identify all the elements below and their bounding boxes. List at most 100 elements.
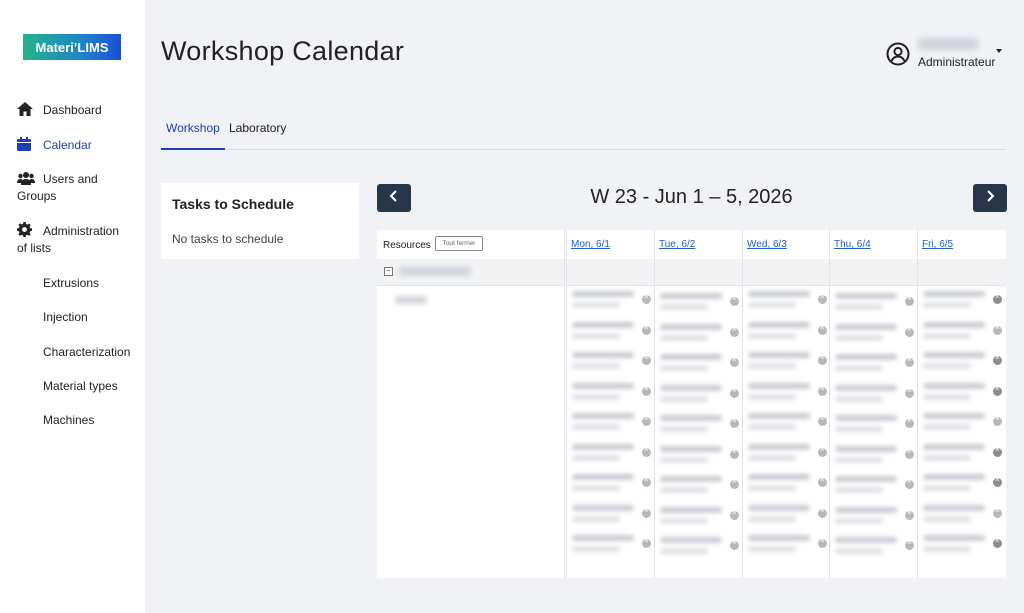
event-remove-icon[interactable] xyxy=(730,477,739,489)
event-title-blurred xyxy=(923,443,985,450)
event-remove-icon[interactable] xyxy=(905,294,914,306)
event-remove-icon[interactable] xyxy=(905,538,914,550)
day-header-mon[interactable]: Mon, 6/1 xyxy=(571,239,610,250)
event-remove-icon[interactable] xyxy=(730,325,739,337)
event-detail-blurred xyxy=(835,548,883,554)
event-title-blurred xyxy=(923,352,985,358)
event-detail-blurred xyxy=(923,546,971,552)
caret-down-icon[interactable] xyxy=(996,49,1002,53)
user-menu[interactable]: Administrateur xyxy=(886,38,1016,72)
day-header-tue[interactable]: Tue, 6/2 xyxy=(659,239,695,250)
event-remove-icon[interactable] xyxy=(642,292,651,304)
event-remove-icon[interactable] xyxy=(905,416,914,428)
event-title-blurred xyxy=(748,443,810,450)
event-remove-icon[interactable] xyxy=(642,536,651,548)
sidebar-subitem-characterization[interactable]: Characterization xyxy=(43,345,130,359)
event-detail-blurred xyxy=(835,365,883,371)
tab-bar: Workshop Laboratory xyxy=(161,118,1006,150)
sidebar-item-administration[interactable]: Administration of lists xyxy=(17,222,119,257)
event-remove-icon[interactable] xyxy=(642,475,651,487)
next-week-button[interactable] xyxy=(973,184,1007,212)
event-remove-icon[interactable] xyxy=(818,384,827,396)
sidebar-subitem-material-types[interactable]: Material types xyxy=(43,379,118,393)
event-title-blurred xyxy=(572,382,634,389)
event-detail-blurred xyxy=(923,363,971,369)
group-collapse-toggle[interactable]: − xyxy=(384,267,393,276)
event-remove-icon[interactable] xyxy=(993,445,1002,457)
calendar-grid: Resources Tout fermer − Mon, 6/1 Tue, 6/… xyxy=(377,230,1006,578)
event-remove-icon[interactable] xyxy=(730,538,739,550)
event-remove-icon[interactable] xyxy=(642,353,651,365)
event-remove-icon[interactable] xyxy=(993,353,1002,365)
tab-workshop[interactable]: Workshop xyxy=(161,121,225,150)
event-remove-icon[interactable] xyxy=(818,475,827,487)
sidebar-item-label: Administration xyxy=(43,224,120,238)
day-column-mon: Mon, 6/1 xyxy=(566,230,654,578)
event-title-blurred xyxy=(835,354,897,360)
event-remove-icon[interactable] xyxy=(993,536,1002,548)
event-remove-icon[interactable] xyxy=(993,292,1002,304)
event-remove-icon[interactable] xyxy=(730,447,739,459)
event-remove-icon[interactable] xyxy=(730,508,739,520)
event-detail-blurred xyxy=(572,546,620,552)
event-detail-blurred xyxy=(748,454,796,461)
prev-week-button[interactable] xyxy=(377,184,411,212)
event-title-blurred xyxy=(748,474,810,480)
event-detail-blurred xyxy=(660,487,708,493)
user-circle-icon xyxy=(886,42,910,71)
event-remove-icon[interactable] xyxy=(730,386,739,398)
day-header-wed[interactable]: Wed, 6/3 xyxy=(747,239,787,250)
event-remove-icon[interactable] xyxy=(993,414,1002,426)
sidebar-item-dashboard[interactable]: Dashboard xyxy=(17,102,102,119)
day-column-wed: Wed, 6/3 xyxy=(742,230,830,578)
event-title-blurred xyxy=(660,537,722,543)
event-remove-icon[interactable] xyxy=(818,445,827,457)
sidebar-subitem-machines[interactable]: Machines xyxy=(43,413,94,427)
day-header-thu[interactable]: Thu, 6/4 xyxy=(834,239,871,250)
event-title-blurred xyxy=(572,291,634,297)
event-remove-icon[interactable] xyxy=(818,414,827,426)
event-remove-icon[interactable] xyxy=(642,323,651,335)
event-remove-icon[interactable] xyxy=(642,384,651,396)
collapse-all-button[interactable]: Tout fermer xyxy=(435,236,483,251)
event-remove-icon[interactable] xyxy=(818,506,827,518)
event-remove-icon[interactable] xyxy=(905,477,914,489)
event-remove-icon[interactable] xyxy=(993,475,1002,487)
event-remove-icon[interactable] xyxy=(818,353,827,365)
event-remove-icon[interactable] xyxy=(642,414,651,426)
event-remove-icon[interactable] xyxy=(993,506,1002,518)
tasks-title: Tasks to Schedule xyxy=(172,196,294,212)
event-detail-blurred xyxy=(835,487,883,493)
event-remove-icon[interactable] xyxy=(905,355,914,367)
event-detail-blurred xyxy=(572,515,620,522)
event-remove-icon[interactable] xyxy=(905,386,914,398)
tab-laboratory[interactable]: Laboratory xyxy=(229,121,286,150)
event-remove-icon[interactable] xyxy=(905,325,914,337)
event-title-blurred xyxy=(660,506,722,513)
app-logo[interactable]: Materi’LIMS xyxy=(23,34,121,60)
event-detail-blurred xyxy=(923,424,971,430)
event-title-blurred xyxy=(835,506,897,513)
event-remove-icon[interactable] xyxy=(818,292,827,304)
event-remove-icon[interactable] xyxy=(730,416,739,428)
sidebar-item-calendar[interactable]: Calendar xyxy=(17,137,92,154)
event-remove-icon[interactable] xyxy=(993,384,1002,396)
event-detail-blurred xyxy=(660,365,708,371)
event-title-blurred xyxy=(923,504,985,511)
tasks-empty-text: No tasks to schedule xyxy=(172,232,284,246)
event-remove-icon[interactable] xyxy=(730,294,739,306)
event-remove-icon[interactable] xyxy=(905,447,914,459)
event-remove-icon[interactable] xyxy=(642,506,651,518)
event-remove-icon[interactable] xyxy=(993,323,1002,335)
event-detail-blurred xyxy=(660,426,708,432)
event-remove-icon[interactable] xyxy=(642,445,651,457)
event-remove-icon[interactable] xyxy=(905,508,914,520)
sidebar-subitem-extrusions[interactable]: Extrusions xyxy=(43,276,99,290)
event-remove-icon[interactable] xyxy=(818,323,827,335)
sidebar-subitem-injection[interactable]: Injection xyxy=(43,310,88,324)
event-detail-blurred xyxy=(748,485,796,491)
event-remove-icon[interactable] xyxy=(730,355,739,367)
sidebar-item-users-groups[interactable]: Users and Groups xyxy=(17,171,98,205)
event-remove-icon[interactable] xyxy=(818,536,827,548)
day-header-fri[interactable]: Fri, 6/5 xyxy=(922,239,953,250)
